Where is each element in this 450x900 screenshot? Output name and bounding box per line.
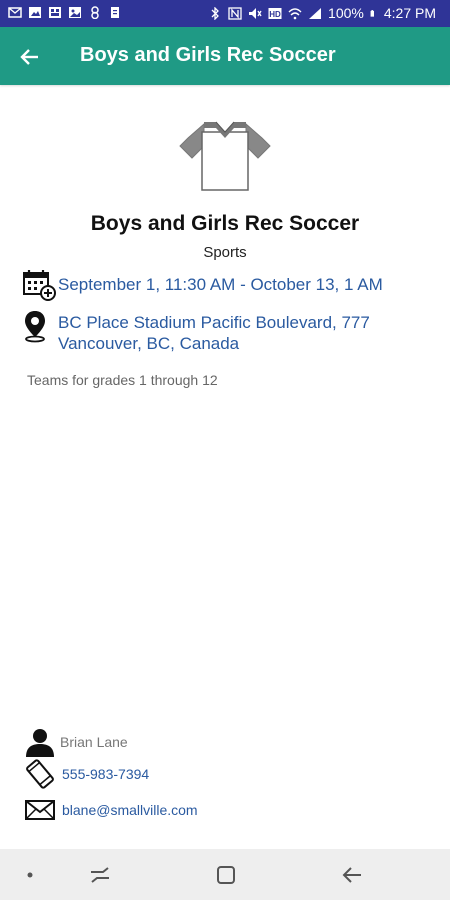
recents-icon	[91, 867, 109, 883]
nfc-icon	[228, 6, 242, 20]
contact-email[interactable]: blane@smallville.com	[62, 802, 198, 818]
back-icon	[342, 867, 361, 883]
phone-icon	[26, 759, 54, 789]
event-location[interactable]: BC Place Stadium Pacific Boulevard, 777 …	[58, 312, 418, 354]
clipboard-icon	[111, 7, 119, 18]
clock: 4:27 PM	[383, 5, 436, 21]
arrow-left-icon	[20, 49, 38, 65]
app-bar-title: Boys and Girls Rec Soccer	[80, 44, 336, 66]
svg-text:HD: HD	[269, 10, 281, 19]
status-bar: HD 100% 4:27 PM	[0, 0, 450, 27]
nav-recents-button[interactable]	[86, 861, 114, 889]
event-category: Sports	[203, 244, 247, 261]
mail-icon	[8, 7, 22, 18]
event-date-row[interactable]: September 1, 11:30 AM - October 13, 1 AM	[22, 268, 383, 302]
contact-email-row[interactable]: blane@smallville.com	[24, 797, 198, 823]
mute-icon	[249, 7, 262, 19]
event-description: Teams for grades 1 through 12	[27, 372, 218, 388]
contact-phone[interactable]: 555-983-7394	[62, 766, 149, 782]
hd-icon: HD	[268, 7, 282, 19]
nav-home-button[interactable]	[212, 861, 240, 889]
pill-icon	[91, 6, 99, 19]
contact-phone-row[interactable]: 555-983-7394	[24, 759, 149, 789]
app-bar: Boys and Girls Rec Soccer	[0, 27, 450, 85]
system-nav-bar	[0, 849, 450, 900]
dot-icon	[27, 872, 33, 878]
jersey-icon	[179, 121, 271, 191]
event-location-row[interactable]: BC Place Stadium Pacific Boulevard, 777 …	[22, 309, 418, 354]
map-pin-icon	[25, 311, 45, 343]
system-status: HD 100% 4:27 PM	[208, 5, 436, 21]
gallery-icon	[69, 7, 81, 18]
bluetooth-icon	[211, 6, 219, 20]
nav-dot-button[interactable]	[16, 861, 44, 889]
contact-name-row: Brian Lane	[24, 727, 128, 757]
signal-icon	[309, 7, 322, 19]
notification-icons	[8, 6, 122, 19]
image-icon	[29, 7, 41, 18]
calendar-add-icon	[23, 270, 56, 301]
battery-icon	[370, 9, 374, 17]
nav-back-button[interactable]	[338, 861, 366, 889]
wifi-icon	[288, 7, 302, 19]
battery-percentage: 100%	[328, 5, 364, 21]
event-date-range[interactable]: September 1, 11:30 AM - October 13, 1 AM	[58, 274, 383, 295]
home-icon	[217, 866, 235, 884]
person-icon	[26, 729, 54, 757]
contact-name: Brian Lane	[60, 734, 128, 750]
envelope-icon	[25, 800, 55, 820]
event-title: Boys and Girls Rec Soccer	[90, 212, 360, 235]
back-button[interactable]	[14, 41, 46, 73]
messages-icon	[49, 7, 61, 18]
